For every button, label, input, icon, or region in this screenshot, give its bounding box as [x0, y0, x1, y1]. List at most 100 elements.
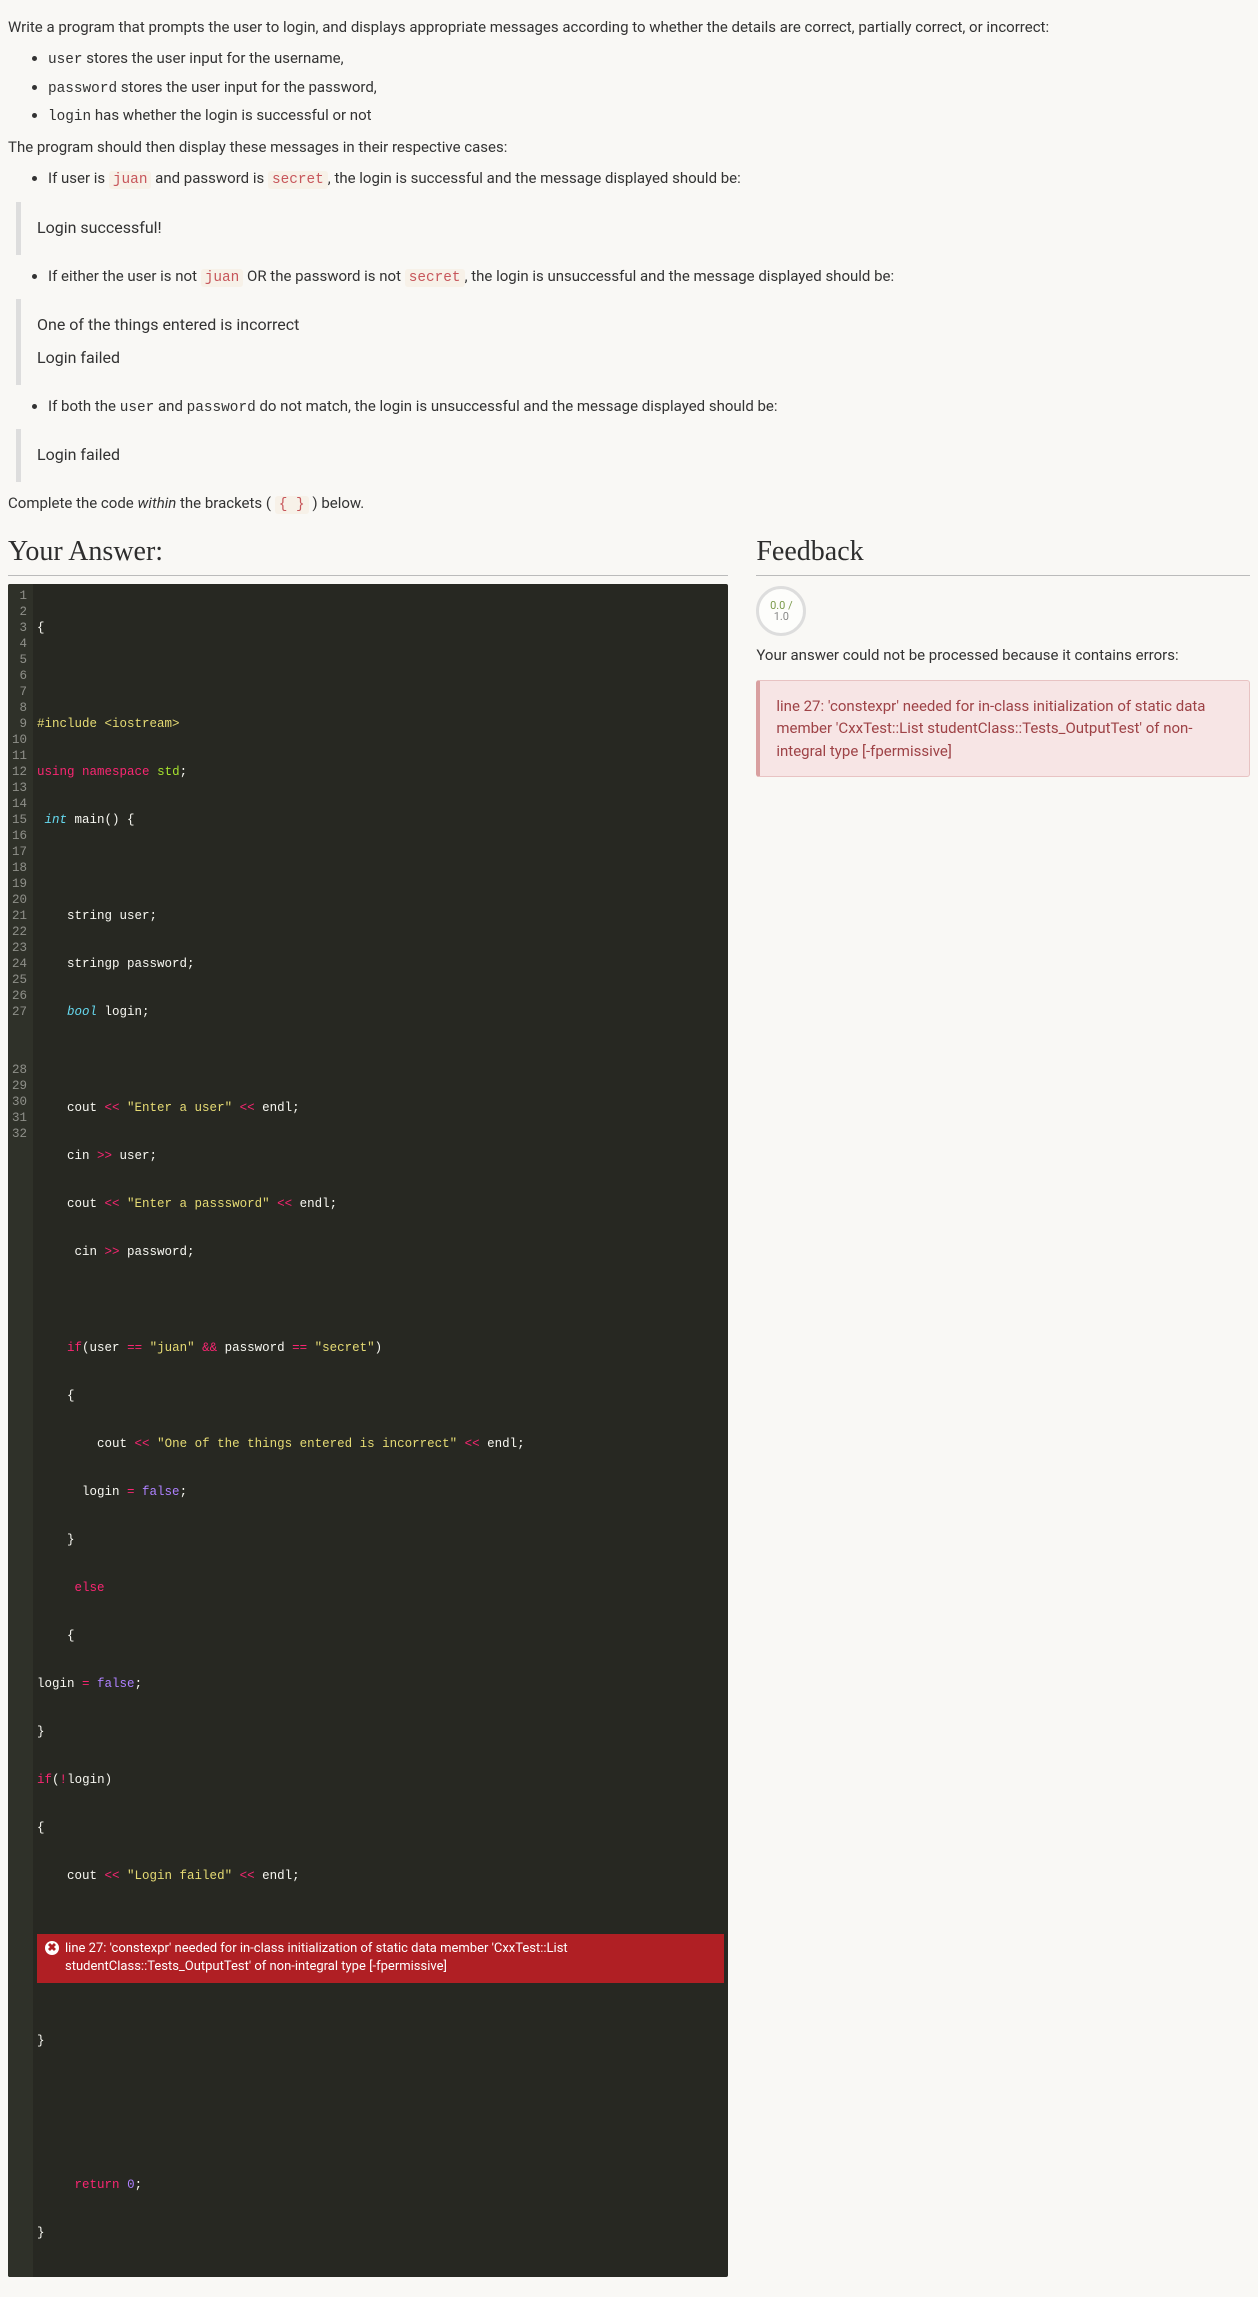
error-icon: ✖: [45, 1941, 59, 1955]
tok: <<: [135, 1437, 150, 1451]
case1-pre: If user is: [48, 169, 109, 187]
tok: cout: [37, 1197, 105, 1211]
tok: <<: [240, 1869, 255, 1883]
cases-intro: The program should then display these me…: [8, 136, 1250, 159]
case3-mid: and: [154, 397, 186, 415]
tok: user;: [112, 1149, 157, 1163]
complete-within: within: [137, 494, 176, 512]
tok: cout: [37, 1101, 105, 1115]
quote-text: Login failed: [37, 346, 1234, 371]
tok: cin: [37, 1149, 97, 1163]
txt: ) below.: [309, 494, 365, 512]
tok: ): [375, 1341, 383, 1355]
tok: <<: [105, 1101, 120, 1115]
tok: {: [37, 621, 45, 635]
tok: <<: [465, 1437, 480, 1451]
tok: {: [37, 1629, 75, 1643]
prompt-text: Write a program that prompts the user to…: [8, 16, 1250, 39]
tok: false: [135, 1485, 180, 1499]
tok: cout: [37, 1869, 105, 1883]
case2-post: , the login is unsuccessful and the mess…: [465, 267, 895, 285]
case3-pre: If both the: [48, 397, 120, 415]
gutter: 123456789 10111213141516171819 202122232…: [8, 584, 33, 2277]
feedback-section: Feedback 0.0 / 1.0 Your answer could not…: [756, 530, 1250, 777]
feedback-summary: Your answer could not be processed becau…: [756, 644, 1250, 667]
tok: <<: [240, 1101, 255, 1115]
tok: "Login failed": [120, 1869, 240, 1883]
tok: #include <iostream>: [37, 717, 180, 731]
tok: login: [37, 1677, 82, 1691]
feedback-heading: Feedback: [756, 530, 1250, 576]
case-list: If either the user is not juan OR the pa…: [8, 265, 1250, 289]
score-badge: 0.0 / 1.0: [756, 586, 806, 636]
feedback-error-box: line 27: 'constexpr' needed for in-class…: [756, 680, 1250, 778]
tok: main() {: [75, 813, 135, 827]
tok: endl;: [292, 1197, 337, 1211]
tok: "Enter a user": [120, 1101, 240, 1115]
case3-post: do not match, the login is unsuccessful …: [256, 397, 778, 415]
tok: &&: [202, 1341, 217, 1355]
var-code: user: [48, 52, 83, 68]
code-content[interactable]: { #include <iostream> using namespace st…: [33, 584, 728, 2277]
tok: =: [82, 1677, 90, 1691]
tok: login;: [97, 1005, 150, 1019]
txt: the brackets (: [176, 494, 274, 512]
tok: <<: [105, 1869, 120, 1883]
tok: false: [90, 1677, 135, 1691]
tok: <<: [277, 1197, 292, 1211]
tok: 0: [127, 2178, 135, 2192]
tok: "One of the things entered is incorrect": [150, 1437, 465, 1451]
tok: ==: [127, 1341, 142, 1355]
answer-section: Your Answer: 123456789 10111213141516171…: [8, 530, 728, 2277]
quote-text: Login failed: [37, 443, 1234, 468]
case1-mid: and password is: [151, 169, 267, 187]
quote-text: Login successful!: [37, 216, 1234, 241]
tok: std: [157, 765, 180, 779]
inline-error: ✖ line 27: 'constexpr' needed for in-cla…: [37, 1934, 724, 1983]
tok: int: [37, 813, 67, 827]
case1-post: , the login is successful and the messag…: [328, 169, 741, 187]
score-total: 1.0: [774, 611, 789, 623]
tok: bool: [67, 1005, 97, 1019]
var-desc: has whether the login is successful or n…: [91, 106, 371, 124]
answer-heading: Your Answer:: [8, 530, 728, 576]
var-desc: stores the user input for the password,: [117, 78, 377, 96]
expected-output: One of the things entered is incorrect L…: [16, 299, 1250, 385]
var-code: login: [48, 109, 91, 125]
code-pass: secret: [405, 269, 465, 287]
tok: }: [37, 2034, 45, 2048]
feedback-error-text: line 27: 'constexpr' needed for in-class…: [776, 697, 1205, 760]
list-item: password stores the user input for the p…: [48, 76, 1250, 100]
inline-error-text: line 27: 'constexpr' needed for in-class…: [65, 1940, 716, 1975]
tok: <<: [105, 1197, 120, 1211]
tok: cin: [37, 1245, 105, 1259]
tok: }: [37, 2226, 45, 2240]
list-item: If either the user is not juan OR the pa…: [48, 265, 1250, 289]
expected-output: Login successful!: [16, 202, 1250, 255]
tok: login): [67, 1773, 112, 1787]
case-list: If both the user and password do not mat…: [8, 395, 1250, 419]
tok: ;: [135, 2178, 143, 2192]
code-editor[interactable]: 123456789 10111213141516171819 202122232…: [8, 584, 728, 2277]
txt: Complete the code: [8, 494, 137, 512]
code-pass: secret: [268, 171, 328, 189]
tok: login: [37, 1485, 127, 1499]
tok: else: [75, 1581, 105, 1595]
tok: endl;: [255, 1101, 300, 1115]
tok: stringp password;: [37, 957, 195, 971]
tok: return: [75, 2178, 120, 2192]
case-list: If user is juan and password is secret, …: [8, 167, 1250, 191]
tok: (user: [82, 1341, 127, 1355]
tok: "Enter a passsword": [120, 1197, 278, 1211]
tok: cout: [37, 1437, 135, 1451]
list-item: If both the user and password do not mat…: [48, 395, 1250, 419]
tok: namespace: [82, 765, 150, 779]
complete-instruction: Complete the code within the brackets ( …: [8, 492, 1250, 516]
tok: "secret": [307, 1341, 375, 1355]
tok: {: [37, 1389, 75, 1403]
code-user: juan: [109, 171, 152, 189]
variable-list: user stores the user input for the usern…: [8, 47, 1250, 128]
tok: ;: [180, 1485, 188, 1499]
tok: =: [127, 1485, 135, 1499]
tok: ==: [292, 1341, 307, 1355]
